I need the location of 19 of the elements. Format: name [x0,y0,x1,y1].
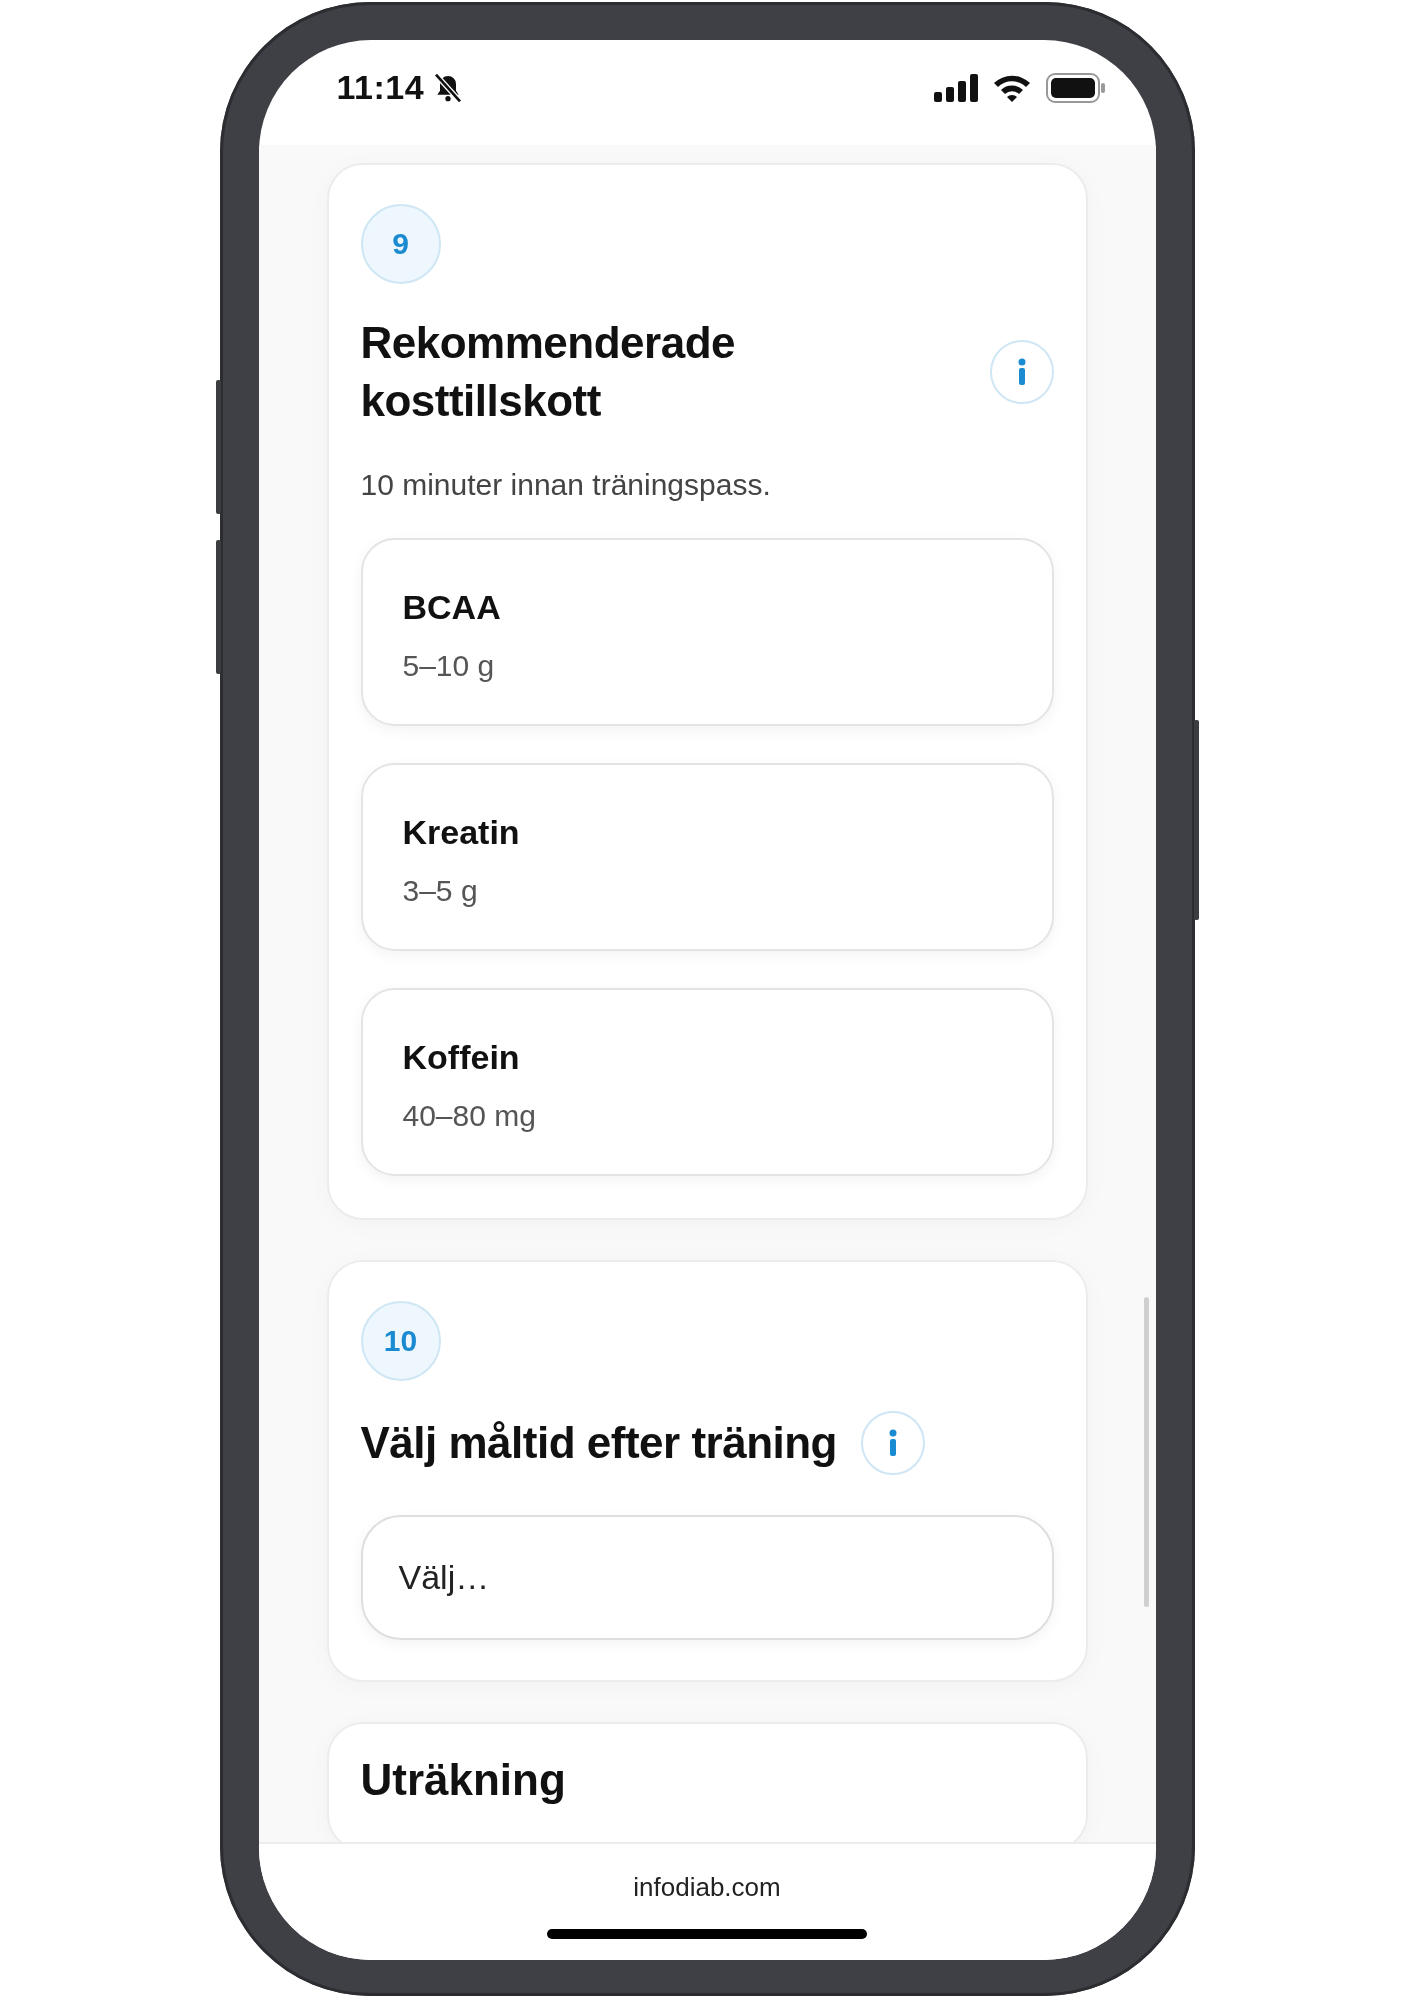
status-time: 11:14 [336,68,425,107]
info-icon[interactable] [861,1411,925,1475]
signal-icon [933,73,978,102]
info-icon[interactable] [989,340,1054,404]
supplement-name: Kreatin [402,813,521,852]
supplement-name: Koffein [402,1038,521,1077]
battery-icon [1045,72,1106,103]
step-number: 10 [360,1301,441,1381]
section-title: Rekommenderade kosttillskott [360,317,736,427]
step-number: 9 [360,204,441,284]
meal-select[interactable]: Välj… [360,1515,1054,1640]
supplement-dose: 40–80 mg [402,1099,537,1133]
section-title: Uträkning [360,1754,567,1806]
site-url: infodiab.com [633,1872,781,1903]
supplement-dose: 5–10 g [402,649,496,683]
supplement-name: BCAA [402,588,502,627]
section-title: Välj måltid efter träning [360,1417,837,1469]
supplement-dose: 3–5 g [402,874,479,908]
section-subtitle: 10 minuter innan träningspass. [360,468,772,502]
